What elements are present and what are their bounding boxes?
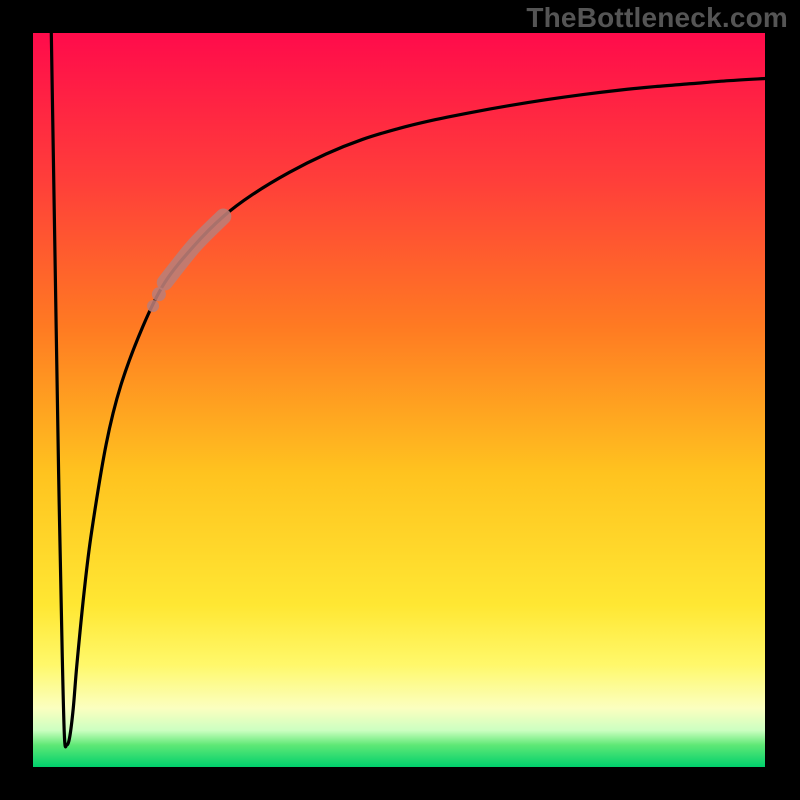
plot-area <box>33 33 765 767</box>
heat-gradient-background <box>33 33 765 767</box>
highlight-dot-1 <box>147 300 159 312</box>
chart-frame: TheBottleneck.com <box>0 0 800 800</box>
highlight-dot-0 <box>152 287 166 301</box>
chart-svg <box>33 33 765 767</box>
watermark-text: TheBottleneck.com <box>526 2 788 34</box>
